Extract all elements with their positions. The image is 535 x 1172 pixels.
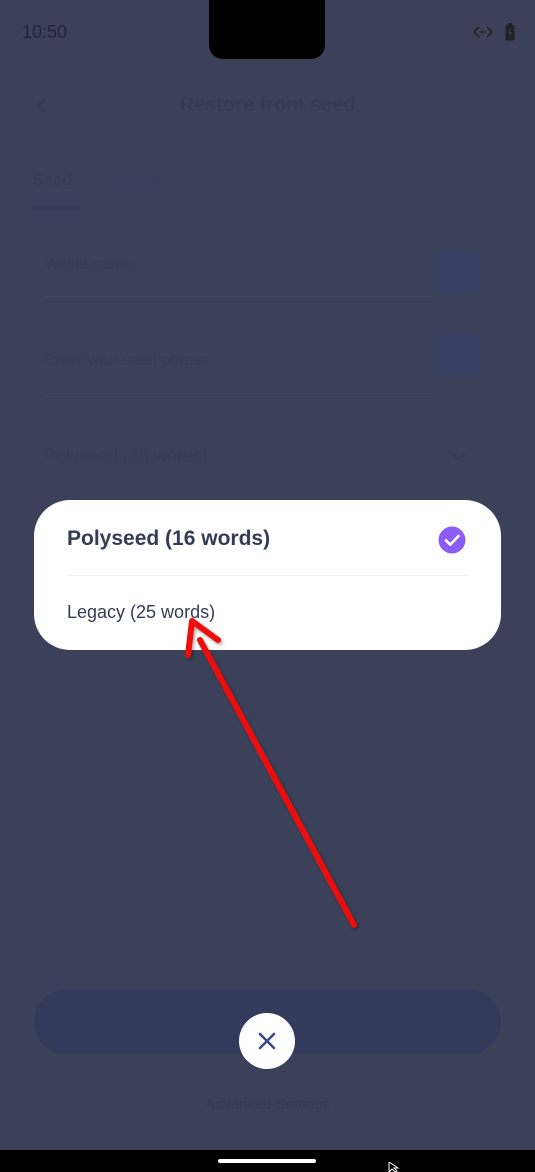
wallet-name-input[interactable]: Wallet name xyxy=(44,256,132,274)
close-icon xyxy=(258,1032,276,1050)
advanced-settings-link[interactable]: Advanced Settings xyxy=(0,1096,535,1113)
tab-keys[interactable]: Keys xyxy=(118,170,156,190)
check-circle-icon xyxy=(438,526,466,554)
battery-icon xyxy=(505,23,515,41)
page-title: Restore from seed xyxy=(179,94,356,116)
seed-phrase-underline xyxy=(44,396,434,397)
seed-phrase-input[interactable]: Enter your seed phrase xyxy=(44,352,210,370)
home-indicator[interactable] xyxy=(218,1159,316,1163)
status-icons xyxy=(473,23,515,41)
close-button[interactable] xyxy=(239,1013,295,1069)
option-polyseed[interactable]: Polyseed (16 words) xyxy=(34,500,501,575)
navigation-bar xyxy=(0,1150,535,1172)
mouse-cursor-icon xyxy=(388,1162,400,1172)
option-label: Polyseed (16 words) xyxy=(67,527,271,550)
code-icon xyxy=(473,26,493,38)
active-tab-indicator xyxy=(32,206,80,210)
seed-phrase-paste-button[interactable] xyxy=(436,334,480,376)
wallet-name-underline xyxy=(44,296,434,297)
wallet-name-generate-button[interactable] xyxy=(436,251,480,293)
status-time: 10:50 xyxy=(22,22,68,42)
seed-type-picker: Polyseed (16 words) Legacy (25 words) xyxy=(34,500,501,650)
seed-type-dropdown[interactable]: Polyseed (16 words) xyxy=(44,446,208,467)
chevron-down-icon xyxy=(452,453,466,462)
screen: 10:50 Restore from seed Seed Keys Wallet… xyxy=(0,0,535,1150)
option-legacy[interactable]: Legacy (25 words) xyxy=(34,576,501,650)
tab-seed[interactable]: Seed xyxy=(32,170,73,190)
camera-notch xyxy=(209,0,325,59)
option-label: Legacy (25 words) xyxy=(67,602,216,622)
